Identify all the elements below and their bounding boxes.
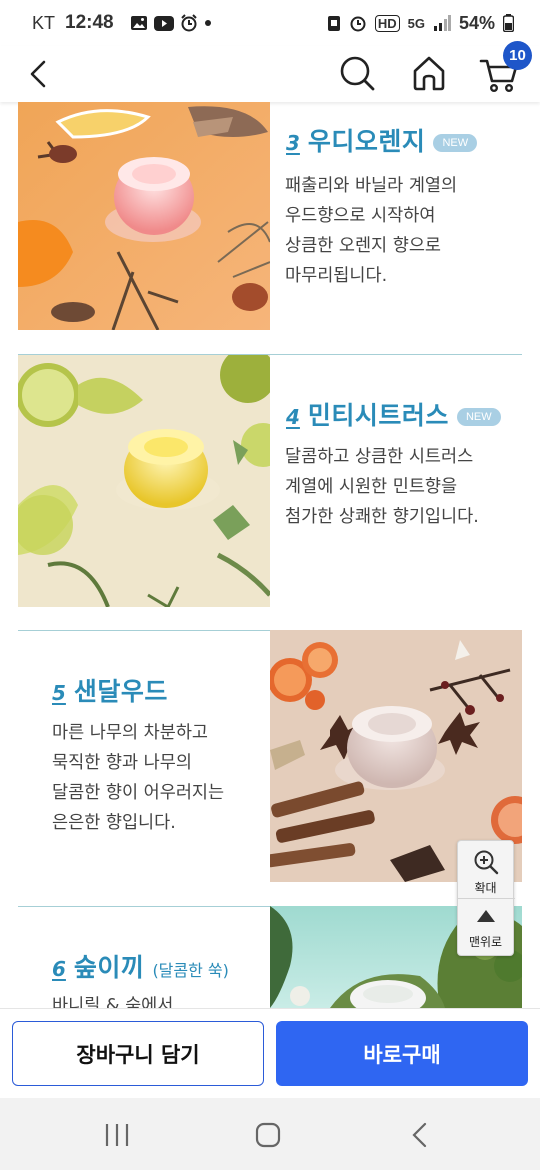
battery-icon — [503, 14, 514, 32]
product-description-5: 마른 나무의 차분하고 묵직한 향과 나무의 달콤한 향이 어우러지는 은은한 … — [52, 723, 225, 833]
add-to-cart-button[interactable]: 장바구니 담기 — [12, 1021, 264, 1086]
product-name: 숲이끼 — [73, 953, 145, 982]
gallery-icon — [130, 16, 147, 30]
product-subnote: (달콤한 쑥) — [152, 961, 229, 980]
home-nav-icon — [255, 1122, 281, 1148]
recent-apps-button[interactable] — [97, 1118, 137, 1152]
home-nav-button[interactable] — [248, 1118, 288, 1152]
product-photo-woody-orange — [18, 102, 270, 330]
new-badge: NEW — [433, 134, 478, 152]
product-description-6: 바니릴 & 숲에서 — [52, 996, 174, 1008]
hd-indicator: HD — [374, 14, 400, 32]
product-title-3: 3 우디오렌지 NEW — [286, 122, 478, 158]
alarm-icon-right — [350, 16, 366, 32]
product-name: 우디오렌지 — [307, 127, 426, 156]
back-nav-icon — [412, 1122, 427, 1148]
zoom-in-icon — [474, 850, 499, 875]
zoom-button[interactable]: 확대 — [458, 841, 515, 899]
network-indicator: 5G — [407, 15, 425, 31]
product-number: 3 — [286, 131, 300, 155]
alarm-icon — [180, 14, 197, 32]
product-description-3: 패출리와 바닐라 계열의 우드향으로 시작하여 상큼한 오렌지 향으로 마무리됩… — [285, 176, 458, 286]
product-number: 6 — [52, 957, 66, 981]
back-nav-button[interactable] — [400, 1118, 440, 1152]
carrier-label: KT — [32, 12, 56, 33]
signal-icon — [433, 15, 451, 31]
zoom-label: 확대 — [474, 881, 497, 895]
scroll-to-top-label: 맨위로 — [468, 935, 503, 949]
youtube-icon — [153, 15, 174, 31]
clock: 12:48 — [65, 12, 114, 33]
product-title-6: 6 숲이끼 (달콤한 쑥) — [52, 948, 229, 984]
search-icon — [340, 56, 375, 91]
product-number: 5 — [52, 681, 66, 705]
cart-count-badge: 10 — [503, 41, 532, 70]
lock-screen-icon — [327, 16, 340, 31]
home-button[interactable] — [408, 52, 450, 94]
battery-level: 54% — [458, 12, 495, 33]
product-name: 샌달우드 — [73, 677, 168, 706]
app-header: 10 — [0, 41, 540, 102]
new-badge: NEW — [456, 408, 501, 426]
search-button[interactable] — [336, 52, 378, 94]
product-title-4: 4 민티시트러스 NEW — [286, 396, 501, 432]
scroll-to-top-button[interactable]: 맨위로 — [458, 899, 515, 957]
buy-now-button[interactable]: 바로구매 — [276, 1021, 528, 1086]
triangle-up-icon — [477, 910, 495, 922]
floating-tools: 확대 맨위로 — [457, 840, 515, 957]
product-description-4: 달콤하고 상큼한 시트러스 계열에 시원한 민트향을 첨가한 상쾌한 향기입니다… — [285, 447, 479, 527]
system-navigation-bar — [0, 1098, 540, 1170]
back-button[interactable] — [22, 54, 62, 94]
product-title-5: 5 샌달우드 — [52, 672, 168, 708]
recent-apps-icon — [105, 1124, 129, 1146]
product-photo-minty-citrus — [18, 355, 270, 607]
dot-icon — [204, 20, 211, 26]
status-bar: KT 12:48 HD 5G 54% — [0, 0, 540, 46]
product-name: 민티시트러스 — [307, 401, 449, 430]
chevron-left-icon — [30, 60, 46, 88]
bottom-action-bar: 장바구니 담기 바로구매 — [0, 1008, 540, 1098]
product-number: 4 — [286, 405, 300, 429]
home-icon — [413, 56, 445, 91]
